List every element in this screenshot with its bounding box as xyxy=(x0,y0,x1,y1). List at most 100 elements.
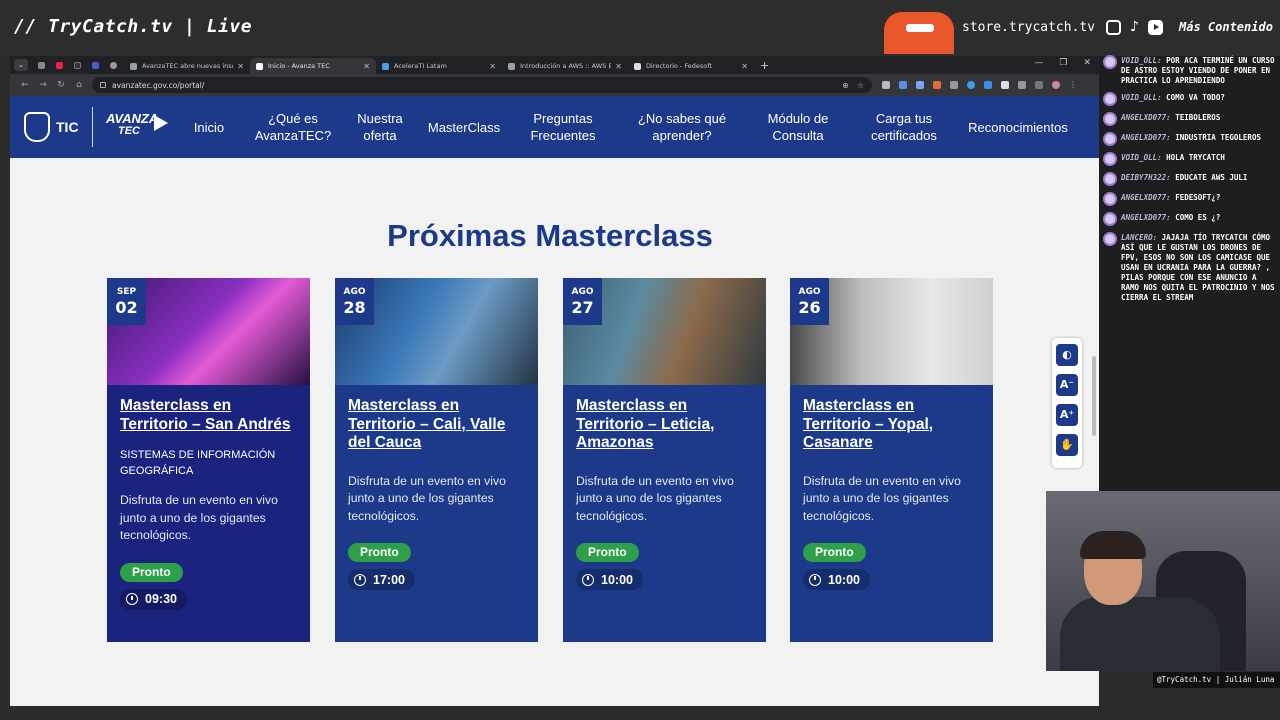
card-image: SEP 02 xyxy=(107,278,310,385)
close-window-icon[interactable]: ✕ xyxy=(1083,58,1091,68)
decrease-font-button[interactable]: A⁻ xyxy=(1056,374,1078,396)
chat-message: ANGELXD077: INDUSTRIA TEGOLEROS xyxy=(1103,132,1276,146)
card-image: AGO 28 xyxy=(335,278,538,385)
menu-icon[interactable]: ⋮ xyxy=(1069,81,1077,89)
extension-icon[interactable] xyxy=(916,81,924,89)
extension-icon[interactable] xyxy=(967,81,975,89)
masterclass-card[interactable]: AGO 27 Masterclass en Territorio – Letic… xyxy=(563,278,766,642)
streamer-body xyxy=(1060,597,1220,671)
clock-icon xyxy=(126,593,138,605)
increase-font-button[interactable]: A⁺ xyxy=(1056,404,1078,426)
card-title-link[interactable]: Masterclass en Territorio – Cali, Valle … xyxy=(348,397,525,453)
nav-modulo-consulta[interactable]: Módulo de Consulta xyxy=(758,96,838,158)
close-icon[interactable]: ✕ xyxy=(363,62,370,71)
extension-icon[interactable] xyxy=(899,81,907,89)
card-description: Disfruta de un evento en vivo junto a un… xyxy=(576,473,734,523)
masterclass-card[interactable]: SEP 02 Masterclass en Territorio – San A… xyxy=(107,278,310,642)
chat-message: VOID_OLL: COMO VA TODO? xyxy=(1103,92,1276,106)
chat-message: ANGELXD077: TEIBOLEROS xyxy=(1103,112,1276,126)
store-url: store.trycatch.tv xyxy=(962,20,1096,35)
close-icon[interactable]: ✕ xyxy=(741,62,748,71)
close-icon[interactable]: ✕ xyxy=(489,62,496,71)
status-badge: Pronto xyxy=(120,562,183,582)
nav-que-es[interactable]: ¿Qué es AvanzaTEC? xyxy=(246,96,340,158)
extension-icon[interactable] xyxy=(1001,81,1009,89)
extension-icon[interactable] xyxy=(984,81,992,89)
tab-search-button[interactable]: ⌄ xyxy=(14,59,28,71)
card-title-link[interactable]: Masterclass en Territorio – San Andrés xyxy=(120,397,297,434)
card-image: AGO 27 xyxy=(563,278,766,385)
stream-chat: VOID_OLL: POR ACA TERMINÉ UN CURSO DE AS… xyxy=(1099,55,1280,496)
stream-header: // TryCatch.tv | Live store.trycatch.tv … xyxy=(0,0,1280,56)
nav-no-sabes[interactable]: ¿No sabes qué aprender? xyxy=(630,96,734,158)
extension-icon[interactable] xyxy=(882,81,890,89)
site-info-icon[interactable] xyxy=(100,82,106,88)
back-icon[interactable]: ← xyxy=(16,80,34,90)
tab-favicon-icon xyxy=(256,62,263,70)
nav-inicio[interactable]: Inicio xyxy=(188,96,230,158)
pinned-tab-2[interactable] xyxy=(52,59,66,71)
avatar xyxy=(1103,212,1117,226)
close-icon[interactable]: ✕ xyxy=(237,62,244,71)
pinned-tab-1[interactable] xyxy=(34,59,48,71)
tiktok-icon: ♪ xyxy=(1130,19,1139,35)
avatar xyxy=(1103,152,1117,166)
url-input[interactable]: avanzatec.gov.co/portal/ ⊕ ☆ xyxy=(92,77,872,93)
bookmark-star-icon[interactable]: ☆ xyxy=(857,81,864,90)
card-title-link[interactable]: Masterclass en Territorio – Leticia, Ama… xyxy=(576,397,753,453)
time-badge: 10:00 xyxy=(803,569,870,590)
sidebar-icon[interactable] xyxy=(1035,81,1043,89)
contrast-button[interactable]: ◐ xyxy=(1056,344,1078,366)
accessibility-widget: ◐ A⁻ A⁺ ✋ xyxy=(1052,338,1082,468)
coat-of-arms-icon xyxy=(24,112,50,142)
nav-reconocimientos[interactable]: Reconocimientos xyxy=(964,96,1072,158)
time-badge: 10:00 xyxy=(576,569,643,590)
nav-preguntas-frecuentes[interactable]: Preguntas Frecuentes xyxy=(524,96,602,158)
webcam-label: @TryCatch.tv | Julián Luna xyxy=(1153,672,1280,688)
social-icons: ♪ xyxy=(1106,20,1163,35)
profile-avatar[interactable] xyxy=(1052,81,1060,89)
new-tab-button[interactable]: + xyxy=(760,59,769,72)
sign-language-button[interactable]: ✋ xyxy=(1056,434,1078,456)
avanzatec-logo[interactable]: AVANZA TEC xyxy=(106,112,158,137)
browser-tab[interactable]: AceleraTI Latam ✕ xyxy=(376,58,502,74)
scrollbar[interactable] xyxy=(1092,356,1096,436)
browser-window: ⌄ AvanzaTEC abre nuevas inscripc ✕ Inici… xyxy=(10,56,1099,706)
pinned-tab-5[interactable] xyxy=(106,59,120,71)
status-badge: Pronto xyxy=(348,543,411,562)
close-icon[interactable]: ✕ xyxy=(615,62,622,71)
masterclass-card[interactable]: AGO 26 Masterclass en Territorio – Yopal… xyxy=(790,278,993,642)
browser-tab-active[interactable]: Inicio - Avanza TEC ✕ xyxy=(250,58,376,74)
pinned-tab-4[interactable] xyxy=(88,59,102,71)
extension-icon[interactable] xyxy=(950,81,958,89)
zoom-icon[interactable]: ⊕ xyxy=(842,81,849,90)
window-controls: — ❐ ✕ xyxy=(1034,58,1091,68)
masterclass-card[interactable]: AGO 28 Masterclass en Territorio – Cali,… xyxy=(335,278,538,642)
date-badge: AGO 26 xyxy=(790,278,829,325)
nav-carga-certificados[interactable]: Carga tus certificados xyxy=(864,96,944,158)
avatar xyxy=(1103,232,1117,246)
address-bar: ← → ↻ ⌂ avanzatec.gov.co/portal/ ⊕ ☆ ⋮ xyxy=(10,74,1099,96)
maximize-icon[interactable]: ❐ xyxy=(1059,58,1067,68)
browser-tab[interactable]: AvanzaTEC abre nuevas inscripc ✕ xyxy=(124,58,250,74)
reload-icon[interactable]: ↻ xyxy=(52,80,70,90)
minimize-icon[interactable]: — xyxy=(1034,58,1043,68)
browser-tab[interactable]: Directorio - Fedesoft ✕ xyxy=(628,58,754,74)
chat-message: LANCERO: JAJAJA TÍO TRYCATCH CÓMO ASÍ QU… xyxy=(1103,232,1276,303)
puzzle-icon[interactable] xyxy=(1018,81,1026,89)
card-title-link[interactable]: Masterclass en Territorio – Yopal, Casan… xyxy=(803,397,980,453)
chat-message: VOID_OLL: POR ACA TERMINÉ UN CURSO DE AS… xyxy=(1103,55,1276,86)
status-badge: Pronto xyxy=(803,543,866,562)
browser-tab[interactable]: Introducción a AWS :: AWS Ent ✕ xyxy=(502,58,628,74)
chat-message: ANGELXD077: COMO ES ¿? xyxy=(1103,212,1276,226)
chat-message: DEIBY7H322: EDUCATE AWS JULI xyxy=(1103,172,1276,186)
mintic-logo[interactable]: TIC xyxy=(24,112,79,142)
nav-masterclass[interactable]: MasterClass xyxy=(424,96,504,158)
extension-icon[interactable] xyxy=(933,81,941,89)
pinned-tab-3[interactable] xyxy=(70,59,84,71)
nav-nuestra-oferta[interactable]: Nuestra oferta xyxy=(350,96,410,158)
card-description: Disfruta de un evento en vivo junto a un… xyxy=(803,473,961,523)
home-icon[interactable]: ⌂ xyxy=(70,80,88,90)
forward-icon[interactable]: → xyxy=(34,80,52,90)
url-text: avanzatec.gov.co/portal/ xyxy=(112,80,205,90)
